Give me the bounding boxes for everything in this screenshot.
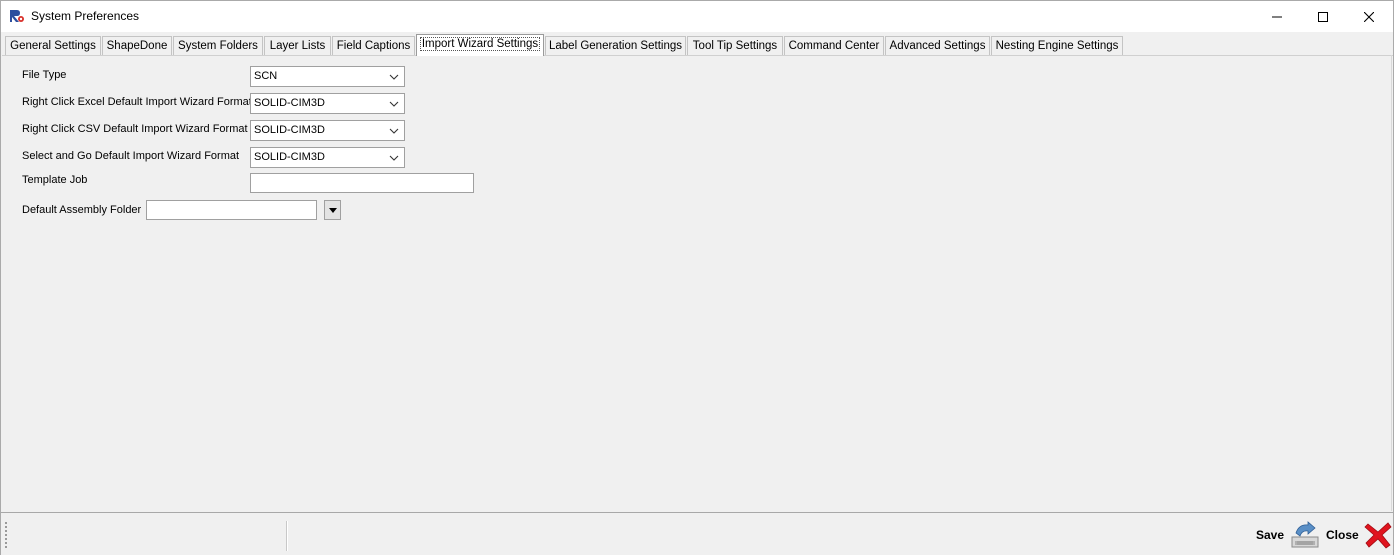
excel-format-select[interactable]: SOLID-CIM3D [250,93,405,114]
maximize-icon [1318,11,1328,22]
tab-general-settings[interactable]: General Settings [5,36,101,55]
assembly-folder-dropdown-button[interactable] [324,200,341,220]
app-logo-icon [9,8,25,24]
close-button[interactable]: Close [1326,521,1392,549]
select-go-format-label: Select and Go Default Import Wizard Form… [22,150,240,162]
excel-format-label: Right Click Excel Default Import Wizard … [22,96,252,108]
minimize-icon [1272,16,1282,17]
tab-import-wizard-settings[interactable]: Import Wizard Settings [416,34,544,56]
tab-advanced-settings[interactable]: Advanced Settings [885,36,990,55]
tab-system-folders[interactable]: System Folders [173,36,263,55]
save-disk-icon [1291,521,1319,548]
tab-layer-lists[interactable]: Layer Lists [264,36,331,55]
save-label: Save [1256,528,1285,542]
tab-command-center[interactable]: Command Center [784,36,884,55]
system-preferences-window: System Preferences General Settings Shap… [0,0,1394,555]
excel-format-value: SOLID-CIM3D [254,97,325,109]
file-type-value: SCN [254,70,278,82]
template-job-label: Template Job [22,174,88,186]
chevron-down-icon [389,74,399,80]
tab-strip: General Settings ShapeDone System Folder… [1,32,1393,56]
tab-label-generation-settings[interactable]: Label Generation Settings [545,36,686,55]
window-close-button[interactable] [1346,1,1392,32]
window-title: System Preferences [31,9,140,23]
file-type-select[interactable]: SCN [250,66,405,87]
select-go-format-value: SOLID-CIM3D [254,151,325,163]
tab-field-captions[interactable]: Field Captions [332,36,415,55]
assembly-folder-input[interactable] [146,200,317,220]
csv-format-value: SOLID-CIM3D [254,124,325,136]
csv-format-label: Right Click CSV Default Import Wizard Fo… [22,123,248,135]
tab-nesting-engine-settings[interactable]: Nesting Engine Settings [991,36,1123,55]
tab-shapedone[interactable]: ShapeDone [102,36,172,55]
tab-panel-border [2,55,1393,56]
chevron-down-icon [389,128,399,134]
chevron-down-icon [389,101,399,107]
save-button[interactable]: Save [1256,521,1321,549]
csv-format-select[interactable]: SOLID-CIM3D [250,120,405,141]
maximize-button[interactable] [1300,1,1346,32]
select-go-format-select[interactable]: SOLID-CIM3D [250,147,405,168]
template-job-input[interactable] [250,173,474,193]
minimize-button[interactable] [1254,1,1300,32]
tab-tool-tip-settings[interactable]: Tool Tip Settings [687,36,783,55]
red-x-icon [1364,522,1392,549]
chevron-down-icon [389,155,399,161]
assembly-folder-label: Default Assembly Folder [22,204,142,216]
grip-handle [5,522,7,548]
dropdown-arrow-icon [328,207,337,213]
close-label: Close [1326,528,1359,542]
title-bar: System Preferences [1,1,1393,32]
file-type-label: File Type [22,69,67,81]
status-bar: Save Close [1,512,1393,555]
panel-right-border [1391,55,1392,511]
status-separator-highlight [287,521,288,551]
close-icon [1364,11,1374,22]
